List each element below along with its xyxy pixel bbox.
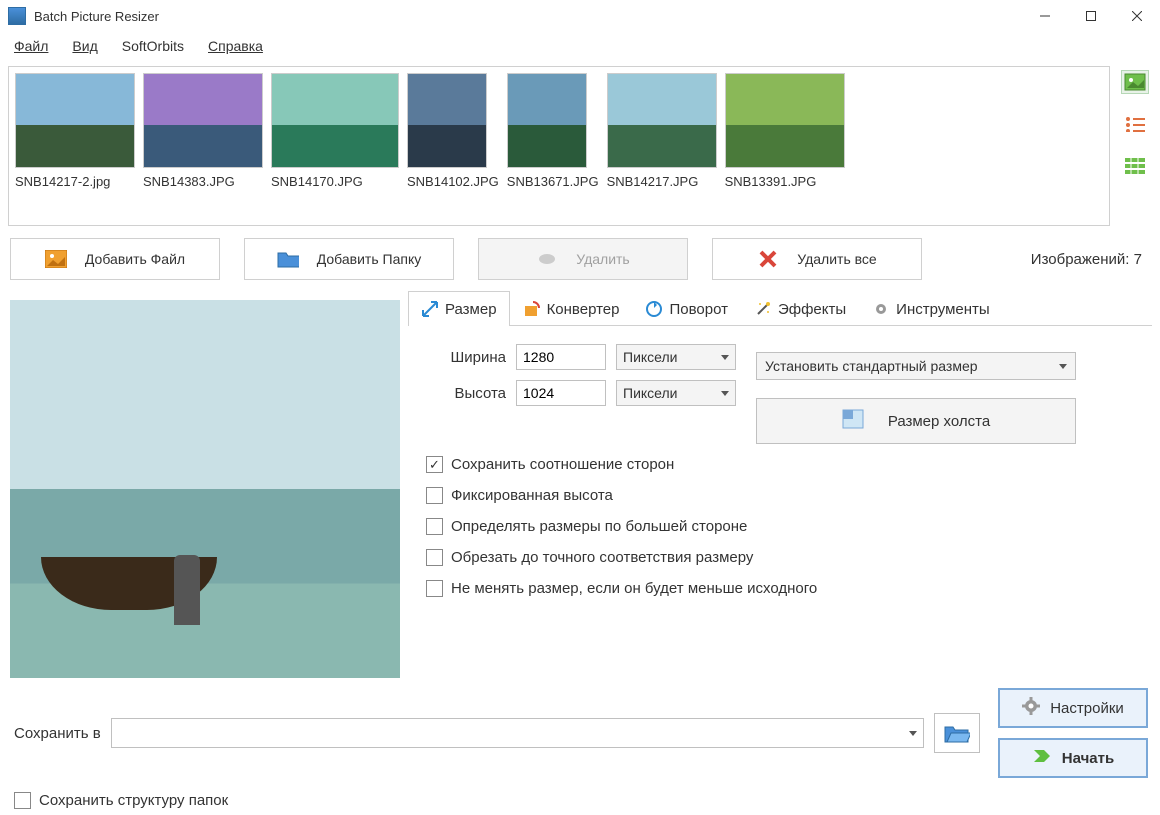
titlebar: Batch Picture Resizer (0, 0, 1160, 32)
browse-folder-button[interactable] (934, 713, 980, 753)
thumbnail-image (507, 73, 587, 168)
start-button[interactable]: Начать (998, 738, 1148, 778)
keep-structure-checkbox[interactable]: Сохранить структуру папок (14, 792, 1148, 809)
view-thumbnails-button[interactable] (1121, 70, 1149, 94)
x-icon (757, 250, 779, 268)
resize-icon (421, 300, 439, 318)
wand-icon (754, 300, 772, 318)
tab-tools[interactable]: Инструменты (859, 291, 1003, 326)
height-unit-select[interactable]: Пиксели (616, 380, 736, 406)
save-to-label: Сохранить в (14, 725, 101, 742)
menu-softorbits[interactable]: SoftOrbits (116, 36, 190, 56)
thumbnail-item[interactable]: SNB14102.JPG (407, 73, 499, 189)
thumbnail-image (725, 73, 845, 168)
tab-rotate[interactable]: Поворот (632, 291, 741, 326)
width-label: Ширина (426, 349, 506, 366)
tab-size[interactable]: Размер (408, 291, 510, 326)
thumbnail-item[interactable]: SNB14217-2.jpg (15, 73, 135, 189)
thumbnail-image (143, 73, 263, 168)
thumbnail-item[interactable]: SNB13671.JPG (507, 73, 599, 189)
app-title: Batch Picture Resizer (34, 9, 1022, 24)
tabbar: Размер Конвертер Поворот Эффекты Инструм… (408, 288, 1152, 326)
height-label: Высота (426, 385, 506, 402)
delete-all-button[interactable]: Удалить все (712, 238, 922, 280)
menu-file[interactable]: Файл (8, 36, 54, 56)
add-folder-label: Добавить Папку (317, 251, 421, 267)
tab-convert[interactable]: Конвертер (510, 291, 633, 326)
add-file-button[interactable]: Добавить Файл (10, 238, 220, 280)
folder-open-icon (944, 723, 970, 743)
add-file-label: Добавить Файл (85, 251, 185, 267)
preview-pane (10, 288, 400, 678)
gear-icon (872, 300, 890, 318)
thumbnail-image (271, 73, 399, 168)
tab-effects[interactable]: Эффекты (741, 291, 859, 326)
width-unit-select[interactable]: Пиксели (616, 344, 736, 370)
maximize-button[interactable] (1068, 0, 1114, 32)
thumbnail-item[interactable]: SNB13391.JPG (725, 73, 845, 189)
convert-icon (523, 300, 541, 318)
thumbnail-item[interactable]: SNB14170.JPG (271, 73, 399, 189)
height-input[interactable] (516, 380, 606, 406)
image-icon (45, 250, 67, 268)
no-enlarge-checkbox[interactable]: Не менять размер, если он будет меньше и… (426, 580, 1144, 597)
add-folder-button[interactable]: Добавить Папку (244, 238, 454, 280)
eraser-icon (536, 250, 558, 268)
menu-view[interactable]: Вид (66, 36, 103, 56)
delete-label: Удалить (576, 251, 629, 267)
thumbnail-caption: SNB14102.JPG (407, 174, 499, 189)
tab-body-size: Ширина Пиксели Высота Пиксели Установить… (408, 326, 1152, 619)
chevron-down-icon (1059, 364, 1067, 369)
preview-image (10, 300, 400, 678)
gear-icon (1022, 697, 1040, 719)
app-icon (8, 7, 26, 25)
delete-all-label: Удалить все (797, 251, 876, 267)
chevron-down-icon (721, 391, 729, 396)
thumbnail-caption: SNB14170.JPG (271, 174, 363, 189)
thumbnail-item[interactable]: SNB14383.JPG (143, 73, 263, 189)
chevron-down-icon (721, 355, 729, 360)
thumbnail-image (607, 73, 717, 168)
crop-exact-checkbox[interactable]: Обрезать до точного соответствия размеру (426, 549, 1144, 566)
thumbnail-strip[interactable]: SNB14217-2.jpg SNB14383.JPG SNB14170.JPG SN… (8, 66, 1110, 226)
folder-icon (277, 250, 299, 268)
chevron-down-icon (909, 731, 917, 736)
menu-help[interactable]: Справка (202, 36, 269, 56)
fixed-height-checkbox[interactable]: Фиксированная высота (426, 487, 1144, 504)
thumbnail-caption: SNB13391.JPG (725, 174, 817, 189)
thumbnail-image (407, 73, 487, 168)
rotate-icon (645, 300, 663, 318)
image-count: Изображений: 7 (1031, 251, 1152, 268)
settings-button[interactable]: Настройки (998, 688, 1148, 728)
preset-size-select[interactable]: Установить стандартный размер (756, 352, 1076, 380)
thumbnail-caption: SNB14217-2.jpg (15, 174, 110, 189)
minimize-button[interactable] (1022, 0, 1068, 32)
view-list-button[interactable] (1121, 112, 1149, 136)
thumbnail-item[interactable]: SNB14217.JPG (607, 73, 717, 189)
thumbnail-caption: SNB14383.JPG (143, 174, 235, 189)
width-input[interactable] (516, 344, 606, 370)
thumbnail-caption: SNB14217.JPG (607, 174, 699, 189)
canvas-icon (842, 409, 864, 433)
keep-ratio-checkbox[interactable]: Сохранить соотношение сторон (426, 456, 1144, 473)
play-icon (1032, 748, 1052, 768)
canvas-size-button[interactable]: Размер холста (756, 398, 1076, 444)
thumbnail-image (15, 73, 135, 168)
menubar: Файл Вид SoftOrbits Справка (0, 32, 1160, 60)
by-larger-side-checkbox[interactable]: Определять размеры по большей стороне (426, 518, 1144, 535)
save-path-select[interactable] (111, 718, 924, 748)
view-details-button[interactable] (1121, 154, 1149, 178)
delete-button[interactable]: Удалить (478, 238, 688, 280)
close-button[interactable] (1114, 0, 1160, 32)
thumbnail-caption: SNB13671.JPG (507, 174, 599, 189)
